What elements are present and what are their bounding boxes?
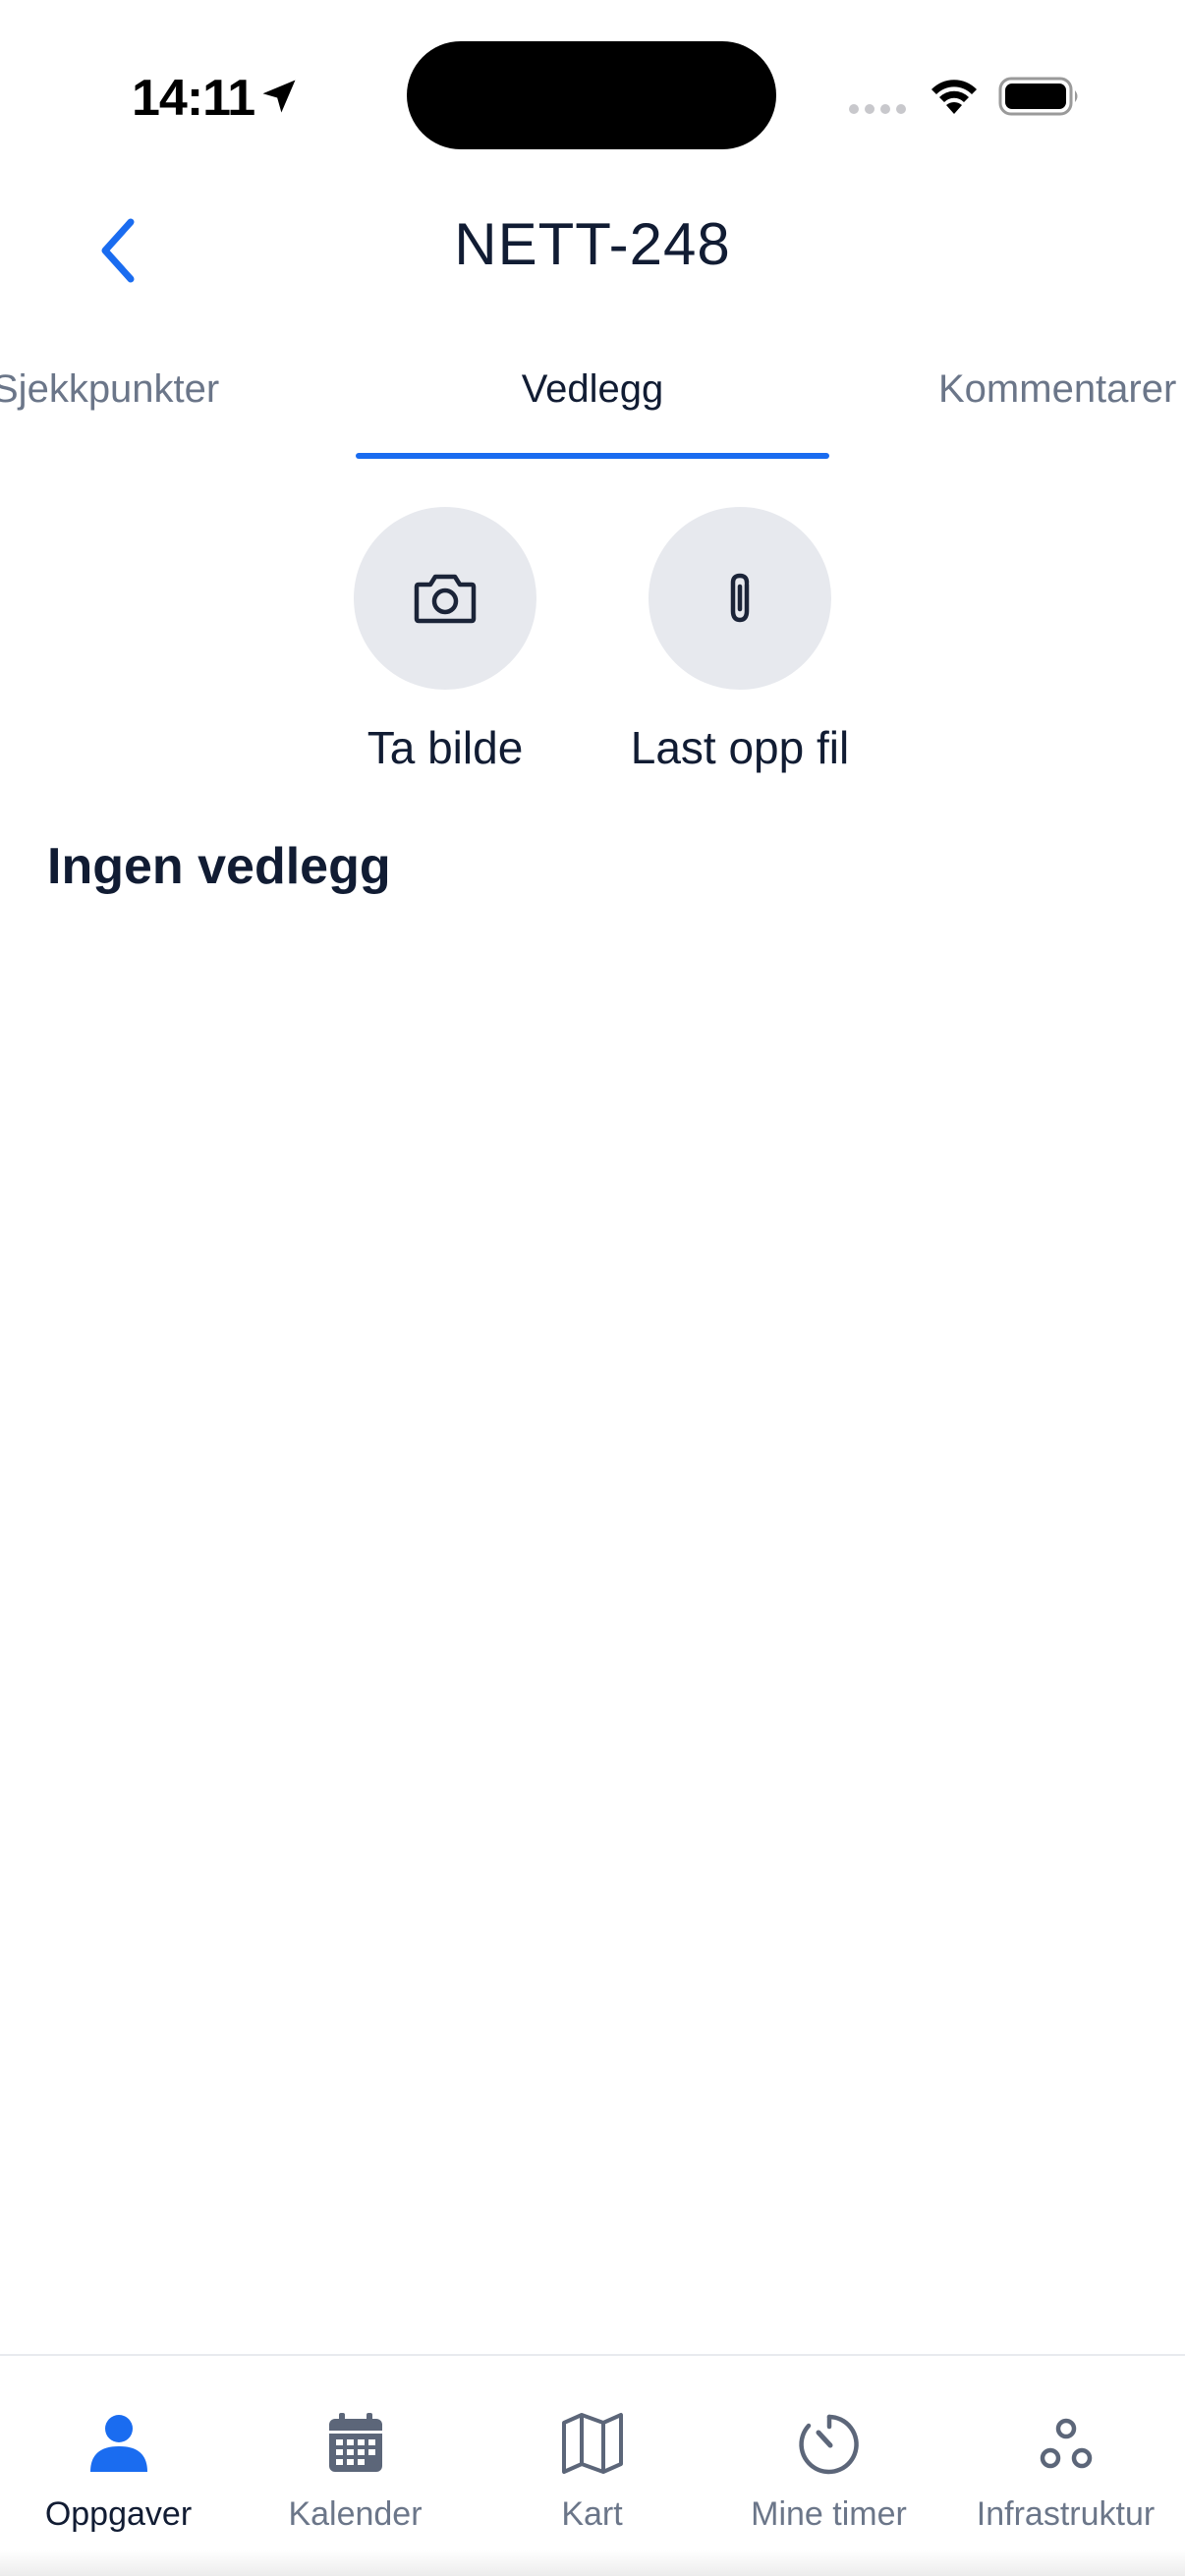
page-title: NETT-248 (454, 211, 731, 277)
upload-file-circle[interactable] (649, 507, 831, 690)
take-photo-button[interactable]: Ta bilde (327, 507, 563, 774)
calendar-icon (328, 2413, 382, 2472)
upload-file-button[interactable]: Last opp fil (622, 507, 858, 774)
nav-item-infrastructure[interactable]: Infrastruktur (947, 2356, 1184, 2552)
cellular-signal-icon (849, 104, 906, 114)
take-photo-circle[interactable] (354, 507, 536, 690)
wifi-icon (931, 80, 977, 114)
nav-item-map[interactable]: Kart (474, 2356, 710, 2552)
take-photo-label: Ta bilde (367, 722, 524, 773)
map-icon (561, 2413, 623, 2474)
nodes-icon (1040, 2418, 1092, 2469)
nav-label-my-hours: Mine timer (751, 2495, 907, 2533)
empty-attachments-text: Ingen vedlegg (47, 838, 391, 895)
bottom-nav: Oppgaver Kalender Kart Mine timer Infras… (0, 2354, 1185, 2576)
timer-icon (798, 2414, 859, 2475)
home-indicator-area (0, 2550, 1185, 2576)
tab-attachments[interactable]: Vedlegg (356, 367, 829, 446)
camera-icon (414, 574, 477, 624)
person-icon (89, 2415, 147, 2472)
tab-bar: Sjekkpunkter Vedlegg Kommentarer (0, 354, 1185, 462)
tab-comments[interactable]: Kommentarer (938, 367, 1176, 446)
nav-item-tasks[interactable]: Oppgaver (0, 2356, 237, 2552)
battery-icon (998, 77, 1078, 116)
dynamic-island (407, 41, 776, 149)
nav-item-calendar[interactable]: Kalender (237, 2356, 474, 2552)
nav-item-my-hours[interactable]: Mine timer (710, 2356, 947, 2552)
upload-file-label: Last opp fil (630, 722, 850, 773)
location-arrow-icon (262, 80, 296, 113)
tab-checkpoints[interactable]: Sjekkpunkter (0, 367, 219, 446)
status-time: 14:11 (132, 70, 255, 127)
nav-label-infrastructure: Infrastruktur (976, 2495, 1156, 2533)
nav-label-calendar: Kalender (288, 2495, 423, 2533)
nav-label-map: Kart (561, 2495, 623, 2533)
status-bar: 14:11 (0, 0, 1185, 187)
paperclip-icon (730, 573, 750, 623)
active-tab-indicator (356, 453, 829, 459)
